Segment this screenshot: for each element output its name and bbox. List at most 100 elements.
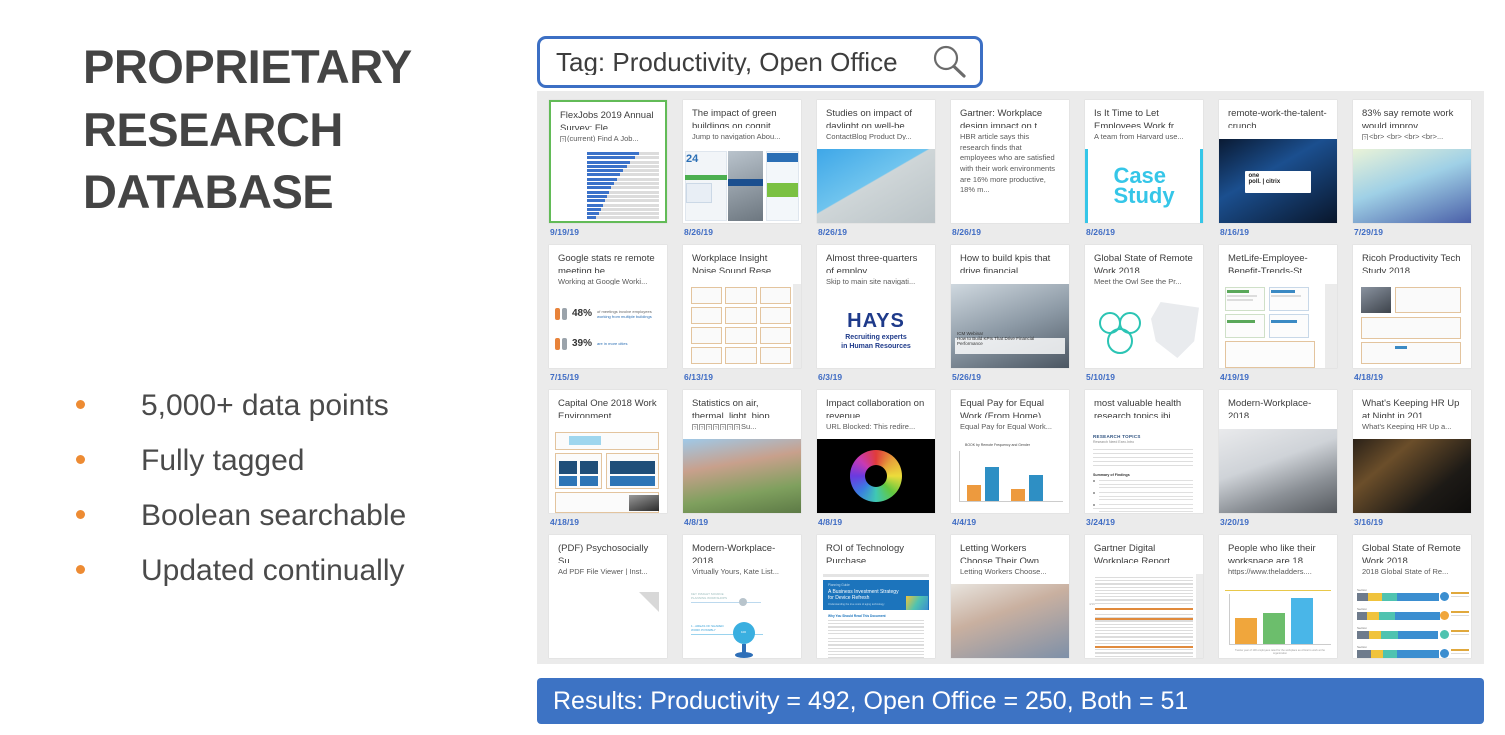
result-card-description: Skip to main site navigati... — [826, 277, 916, 285]
result-card[interactable]: Global State of Remote Work 2018 2018 Glo… — [1353, 535, 1471, 658]
result-card[interactable]: Gartner: Workplace design impact on t...… — [951, 100, 1069, 223]
grid-cell: Global State of Remote Work 2018 Meet the… — [1085, 241, 1219, 386]
missing-glyph-icon: ? — [727, 424, 733, 430]
card-thumbnail-art: HAYS Recruiting experts in Human Resources — [817, 294, 935, 368]
result-card-title: Almost three-quarters of employ... — [826, 253, 918, 273]
result-card[interactable]: ROI of Technology Purchase Planning Guide… — [817, 535, 935, 658]
grid-cell: Impact collaboration on revenue URL Block… — [817, 386, 951, 531]
card-thumbnail-art: one poll. | citrix — [1219, 139, 1337, 223]
result-card-title: ROI of Technology Purchase — [826, 543, 904, 563]
search-icon[interactable] — [930, 43, 968, 81]
card-thumbnail-art — [1353, 284, 1471, 368]
bullet-label: Fully tagged — [141, 444, 305, 477]
grid-cell: Equal Pay for Equal Work (From Home)... E… — [951, 386, 1085, 531]
result-card[interactable]: remote-work-the-talent-crunch one poll. | … — [1219, 100, 1337, 223]
result-card[interactable]: (PDF) Psychosocially Su... Ad PDF File Vi… — [549, 535, 667, 658]
result-card[interactable]: MetLife-Employee-Benefit-Trends-St... — [1219, 245, 1337, 368]
missing-glyph-icon: ? — [734, 424, 740, 430]
card-thumbnail-art — [1353, 149, 1471, 223]
card-thumbnail-art: 4/19 — [1085, 574, 1203, 658]
result-card-title: Studies on impact of daylight on well-be… — [826, 108, 913, 128]
result-card-thumbnail — [1219, 429, 1337, 513]
headline-line-3: DATABASE — [83, 165, 334, 218]
result-card-date: 4/19/19 — [1220, 372, 1250, 382]
result-card-description-text: Su... — [741, 422, 757, 430]
result-card[interactable]: Almost three-quarters of employ... Skip t… — [817, 245, 935, 368]
result-card[interactable]: Ricoh Productivity Tech Study 2018 — [1353, 245, 1471, 368]
result-card-date: 5/26/19 — [952, 372, 982, 382]
result-card-title: most valuable health research topics ibi… — [1094, 398, 1182, 418]
result-card[interactable]: Modern-Workplace-2018 Virtually Yours, Ka… — [683, 535, 801, 658]
card-thumbnail-art — [817, 149, 935, 223]
grid-cell: People who like their workspace are 18..… — [1219, 531, 1353, 664]
result-card[interactable]: Google stats re remote meeting be... Work… — [549, 245, 667, 368]
result-card-title: MetLife-Employee-Benefit-Trends-St... — [1228, 253, 1311, 273]
result-card[interactable]: Capital One 2018 Work Environment... — [549, 390, 667, 513]
result-card-thumbnail — [817, 439, 935, 513]
result-card[interactable]: Global State of Remote Work 2018 Meet the… — [1085, 245, 1203, 368]
result-card[interactable]: Workplace Insight Noise Sound Rese... — [683, 245, 801, 368]
result-card-date: 4/8/19 — [818, 517, 843, 527]
result-card-title: Impact collaboration on revenue — [826, 398, 925, 418]
headline-line-2: RESEARCH — [83, 102, 343, 156]
grid-cell: Is It Time to Let Employees Work fr... A … — [1085, 96, 1219, 241]
headline-line-1: PROPRIETARY — [83, 40, 412, 93]
result-card-thumbnail — [817, 149, 935, 223]
result-card-description: URL Blocked: This redire... — [826, 422, 916, 430]
result-card[interactable]: Equal Pay for Equal Work (From Home)... E… — [951, 390, 1069, 513]
card-thumbnail-art: 48% of meetings involve employees working … — [549, 294, 667, 368]
card-thumbnail-art: RESEARCH TOPICS Research Need Exec.Intro S… — [1085, 429, 1203, 513]
result-card[interactable]: The impact of green buildings on cognit.… — [683, 100, 801, 223]
result-card-thumbnail — [683, 284, 801, 368]
result-card-thumbnail: Twelve year of 100 employees rated for t… — [1219, 584, 1337, 658]
result-card[interactable]: Gartner Digital Workplace Report... 4/19 — [1085, 535, 1203, 658]
grid-cell: Modern-Workplace-2018 3/20/19 — [1219, 386, 1353, 531]
result-card-description: Equal Pay for Equal Work... — [960, 422, 1052, 430]
card-thumbnail-art — [951, 584, 1069, 658]
result-card-title: Letting Workers Choose Their Own... — [960, 543, 1047, 563]
result-card[interactable]: 83% say remote work would improv...? <br>… — [1353, 100, 1471, 223]
result-card[interactable]: What's Keeping HR Up at Night in 201... W… — [1353, 390, 1471, 513]
result-card-description-text: (current) Find A Job... — [567, 134, 639, 142]
grid-cell: FlexJobs 2019 Annual Survey: Fle...? (cur… — [549, 96, 683, 241]
result-card[interactable]: Statistics on air, thermal, light, biop.… — [683, 390, 801, 513]
result-card[interactable]: Studies on impact of daylight on well-be… — [817, 100, 935, 223]
search-input[interactable]: Tag: Productivity, Open Office — [556, 49, 930, 75]
result-card-description-text: <br> <br> <br> <br>... — [1369, 132, 1444, 140]
result-card-date: 4/8/19 — [684, 517, 709, 527]
grid-cell: Gartner: Workplace design impact on t...… — [951, 96, 1085, 241]
result-card-date: 6/13/19 — [684, 372, 714, 382]
missing-glyph-icon: ? — [560, 136, 566, 142]
result-card-description: 2018 Global State of Re... — [1362, 567, 1449, 575]
bullet-dot-icon — [76, 400, 85, 409]
results-grid-panel[interactable]: FlexJobs 2019 Annual Survey: Fle...? (cur… — [537, 91, 1484, 664]
result-card-title: Gartner Digital Workplace Report... — [1094, 543, 1178, 563]
result-card-date: 4/18/19 — [550, 517, 580, 527]
result-card[interactable]: Modern-Workplace-2018 — [1219, 390, 1337, 513]
result-card-description: Working at Google Worki... — [558, 277, 648, 285]
result-card-title: Global State of Remote Work 2018 — [1362, 543, 1461, 563]
card-thumbnail-art — [1353, 439, 1471, 513]
card-thumbnail-art: Twelve year of 100 employees rated for t… — [1219, 584, 1337, 658]
result-card-description: Letting Workers Choose... — [960, 567, 1047, 575]
missing-glyph-icon: ? — [720, 424, 726, 430]
result-card[interactable]: Impact collaboration on revenue URL Block… — [817, 390, 935, 513]
result-card[interactable]: How to build kpis that drive financial..… — [951, 245, 1069, 368]
result-card-date: 8/26/19 — [1086, 227, 1116, 237]
card-thumbnail-art: Case Study — [1085, 149, 1203, 223]
result-card[interactable]: FlexJobs 2019 Annual Survey: Fle...? (cur… — [549, 100, 667, 223]
result-card-date: 8/16/19 — [1220, 227, 1250, 237]
result-card-description: ContactBlog Product Dy... — [826, 132, 912, 140]
grid-cell: Statistics on air, thermal, light, biop.… — [683, 386, 817, 531]
result-card[interactable]: Letting Workers Choose Their Own... Letti… — [951, 535, 1069, 658]
search-bar[interactable]: Tag: Productivity, Open Office — [537, 36, 983, 88]
result-card-date: 8/26/19 — [818, 227, 848, 237]
result-card-thumbnail — [1219, 284, 1337, 368]
result-card-description: ? <br> <br> <br> <br>... — [1353, 128, 1471, 140]
result-card[interactable]: People who like their workspace are 18..… — [1219, 535, 1337, 658]
result-card[interactable]: most valuable health research topics ibi… — [1085, 390, 1203, 513]
grid-cell: Modern-Workplace-2018 Virtually Yours, Ka… — [683, 531, 817, 664]
result-card-title: Equal Pay for Equal Work (From Home)... — [960, 398, 1050, 418]
result-card-thumbnail: 4/19 — [1085, 574, 1203, 658]
result-card[interactable]: Is It Time to Let Employees Work fr... A … — [1085, 100, 1203, 223]
